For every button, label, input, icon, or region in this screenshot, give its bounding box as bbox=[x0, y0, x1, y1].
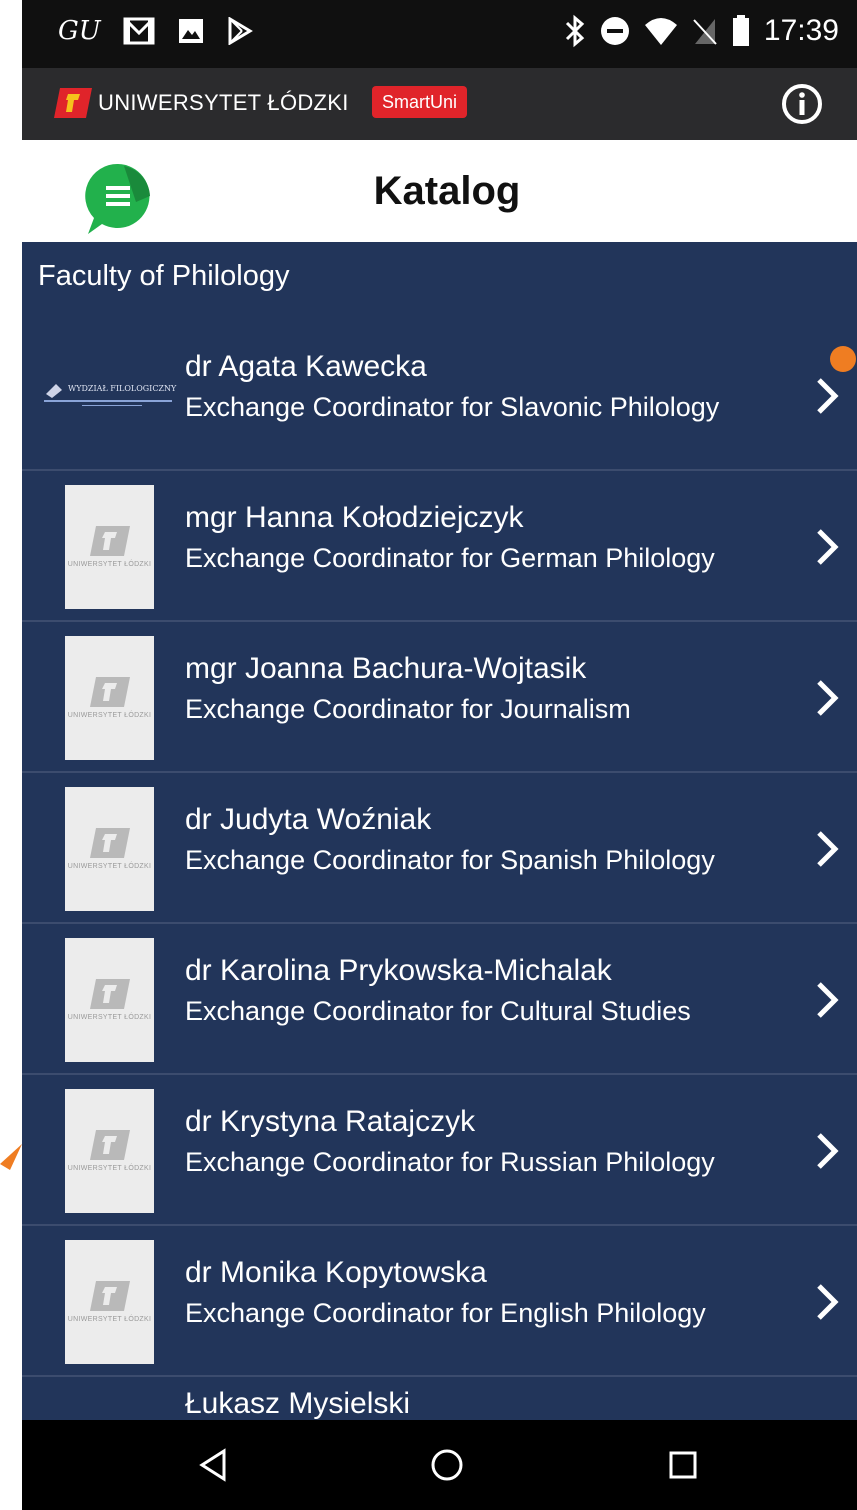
menu-bubble-icon[interactable] bbox=[80, 160, 160, 236]
placeholder-text: UNIWERSYTET ŁÓDZKI bbox=[67, 1315, 152, 1323]
university-name: UNIWERSYTET ŁÓDZKI bbox=[98, 90, 349, 115]
placeholder-text: UNIWERSYTET ŁÓDZKI bbox=[67, 862, 152, 870]
annotation-dot bbox=[830, 346, 856, 372]
status-bar: GU 17:39 bbox=[22, 0, 857, 68]
university-logo-icon bbox=[89, 978, 130, 1009]
coordinator-role: Exchange Coordinator for Slavonic Philol… bbox=[185, 392, 720, 422]
chevron-right-icon[interactable] bbox=[814, 678, 840, 718]
catalog-list: Faculty of Philology WYDZIAŁ FILOLOGICZN… bbox=[22, 242, 857, 1420]
info-icon[interactable] bbox=[780, 82, 824, 126]
avatar-placeholder: UNIWERSYTET ŁÓDZKI bbox=[65, 1089, 154, 1213]
annotation-arrow-icon bbox=[0, 1144, 22, 1170]
coordinator-name: dr Monika Kopytowska bbox=[185, 1256, 487, 1289]
avatar-placeholder: UNIWERSYTET ŁÓDZKI bbox=[65, 938, 154, 1062]
chevron-right-icon[interactable] bbox=[814, 1131, 840, 1171]
placeholder-text: UNIWERSYTET ŁÓDZKI bbox=[67, 1013, 152, 1021]
university-logo-icon bbox=[89, 827, 130, 858]
coordinator-role: Exchange Coordinator for Spanish Philolo… bbox=[185, 845, 715, 875]
list-item[interactable]: UNIWERSYTET ŁÓDZKI mgr Hanna Kołodziejcz… bbox=[22, 471, 857, 622]
placeholder-text: UNIWERSYTET ŁÓDZKI bbox=[67, 711, 152, 719]
coordinator-role: Exchange Coordinator for Cultural Studie… bbox=[185, 996, 691, 1026]
coordinator-role: Exchange Coordinator for German Philolog… bbox=[185, 543, 715, 573]
smartuni-badge: SmartUni bbox=[372, 86, 468, 118]
list-item[interactable]: UNIWERSYTET ŁÓDZKI dr Judyta Woźniak Exc… bbox=[22, 773, 857, 924]
list-item[interactable]: UNIWERSYTET ŁÓDZKI dr Krystyna Ratajczyk… bbox=[22, 1075, 857, 1226]
do-not-disturb-icon bbox=[600, 17, 629, 45]
university-logo-icon bbox=[89, 1280, 130, 1311]
recents-icon[interactable] bbox=[668, 1448, 698, 1482]
coordinator-role: Exchange Coordinator for English Philolo… bbox=[185, 1298, 706, 1328]
university-logo-icon bbox=[89, 1129, 130, 1160]
brand-bar: UNIWERSYTET ŁÓDZKI SmartUni bbox=[22, 68, 857, 140]
chevron-right-icon[interactable] bbox=[814, 1282, 840, 1322]
avatar-placeholder: UNIWERSYTET ŁÓDZKI bbox=[65, 1240, 154, 1364]
phone-screen: GU 17:39 UNIWERSYTET ŁÓDZKI SmartUni Kat… bbox=[22, 0, 857, 1510]
title-bar: Katalog bbox=[22, 140, 857, 242]
chevron-right-icon[interactable] bbox=[814, 829, 840, 869]
coordinator-name: Łukasz Mysielski bbox=[185, 1387, 411, 1420]
placeholder-text: UNIWERSYTET ŁÓDZKI bbox=[67, 1164, 152, 1172]
bluetooth-icon bbox=[565, 14, 585, 48]
coordinator-name: dr Judyta Woźniak bbox=[185, 803, 432, 836]
list-item[interactable]: UNIWERSYTET ŁÓDZKI mgr Joanna Bachura-Wo… bbox=[22, 622, 857, 773]
coordinator-name: dr Krystyna Ratajczyk bbox=[185, 1105, 476, 1138]
chevron-right-icon[interactable] bbox=[814, 376, 840, 416]
avatar-placeholder: UNIWERSYTET ŁÓDZKI bbox=[65, 636, 154, 760]
chevron-right-icon[interactable] bbox=[814, 980, 840, 1020]
battery-icon bbox=[732, 15, 749, 46]
carrier-text: GU bbox=[58, 16, 101, 46]
avatar-placeholder: UNIWERSYTET ŁÓDZKI bbox=[65, 485, 154, 609]
list-item[interactable]: Łukasz Mysielski bbox=[22, 1377, 857, 1420]
image-icon bbox=[178, 19, 203, 43]
play-store-icon bbox=[228, 17, 253, 45]
no-sim-icon bbox=[693, 19, 717, 45]
list-item[interactable]: UNIWERSYTET ŁÓDZKI dr Monika Kopytowska … bbox=[22, 1226, 857, 1377]
university-logo-icon bbox=[89, 676, 130, 707]
coordinator-role: Exchange Coordinator for Russian Philolo… bbox=[185, 1147, 715, 1177]
wydzial-filologiczny-logo: WYDZIAŁ FILOLOGICZNY bbox=[42, 380, 177, 410]
placeholder-text: UNIWERSYTET ŁÓDZKI bbox=[67, 560, 152, 568]
coordinator-name: mgr Joanna Bachura-Wojtasik bbox=[185, 652, 587, 685]
list-item[interactable]: UNIWERSYTET ŁÓDZKI dr Karolina Prykowska… bbox=[22, 924, 857, 1075]
chevron-right-icon[interactable] bbox=[814, 527, 840, 567]
wifi-icon bbox=[644, 18, 677, 45]
list-item[interactable]: WYDZIAŁ FILOLOGICZNY dr Agata Kawecka Ex… bbox=[22, 320, 857, 471]
back-icon[interactable] bbox=[198, 1448, 228, 1482]
clock: 17:39 bbox=[763, 14, 839, 47]
university-logo-icon bbox=[89, 525, 130, 556]
gmail-icon bbox=[123, 17, 155, 45]
faculty-logo-text: WYDZIAŁ FILOLOGICZNY bbox=[68, 384, 177, 393]
section-title: Faculty of Philology bbox=[38, 260, 290, 292]
coordinator-role: Exchange Coordinator for Journalism bbox=[185, 694, 631, 724]
coordinator-name: mgr Hanna Kołodziejczyk bbox=[185, 501, 524, 534]
avatar-placeholder: UNIWERSYTET ŁÓDZKI bbox=[65, 787, 154, 911]
university-logo-icon bbox=[54, 88, 92, 118]
coordinator-name: dr Agata Kawecka bbox=[185, 350, 427, 383]
coordinator-name: dr Karolina Prykowska-Michalak bbox=[185, 954, 612, 987]
home-icon[interactable] bbox=[430, 1448, 464, 1482]
android-nav-bar bbox=[22, 1420, 857, 1510]
